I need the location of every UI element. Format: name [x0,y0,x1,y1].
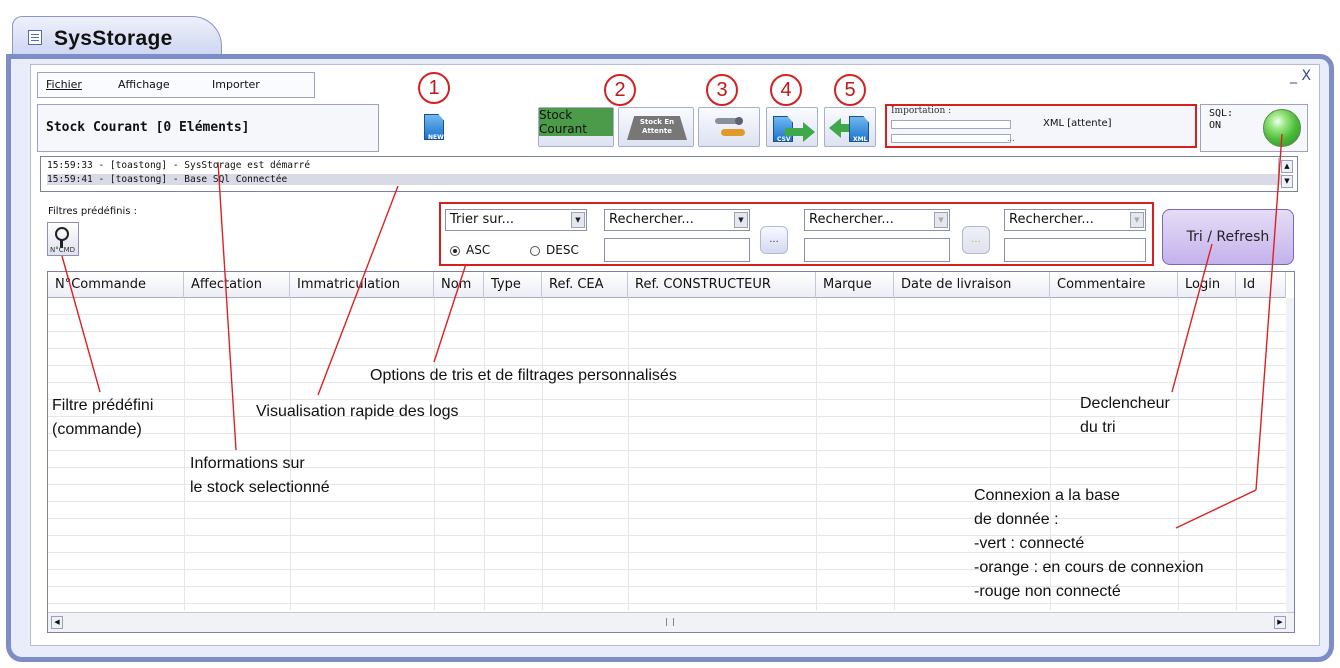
annotation-line: Connexion a la base [974,487,1120,504]
annotation-sort-options: Options de tris et de filtrages personna… [370,367,677,384]
annotation-line: le stock selectionné [190,479,330,496]
annotation-logs: Visualisation rapide des logs [256,403,459,420]
arrow-filter [61,255,101,393]
annotation-line: de donnée : [974,511,1059,528]
annotation-line: Informations sur [190,455,305,472]
annotation-line: Filtre prédéfini [52,397,154,414]
arrow-stock-info [217,161,237,451]
annotation-line: du tri [1080,419,1116,436]
annotation-line: -vert : connecté [974,535,1085,552]
arrow-sort-options [433,263,467,363]
annotation-filter: Filtre prédéfini (commande) [52,394,153,442]
annotation-line: Declencheur [1080,395,1170,412]
annotation-connection: Connexion a la base de donnée : -vert : … [974,484,1203,604]
annotation-line: -orange : en cours de connexion [974,559,1204,576]
annotation-trigger: Declencheur du tri [1080,392,1170,440]
annotation-stock-info: Informations sur le stock selectionné [190,452,330,500]
annotation-line: -rouge non connecté [974,583,1121,600]
annotation-line: (commande) [52,421,142,438]
arrow-connection [1255,133,1283,491]
arrow-trigger [1171,243,1213,393]
